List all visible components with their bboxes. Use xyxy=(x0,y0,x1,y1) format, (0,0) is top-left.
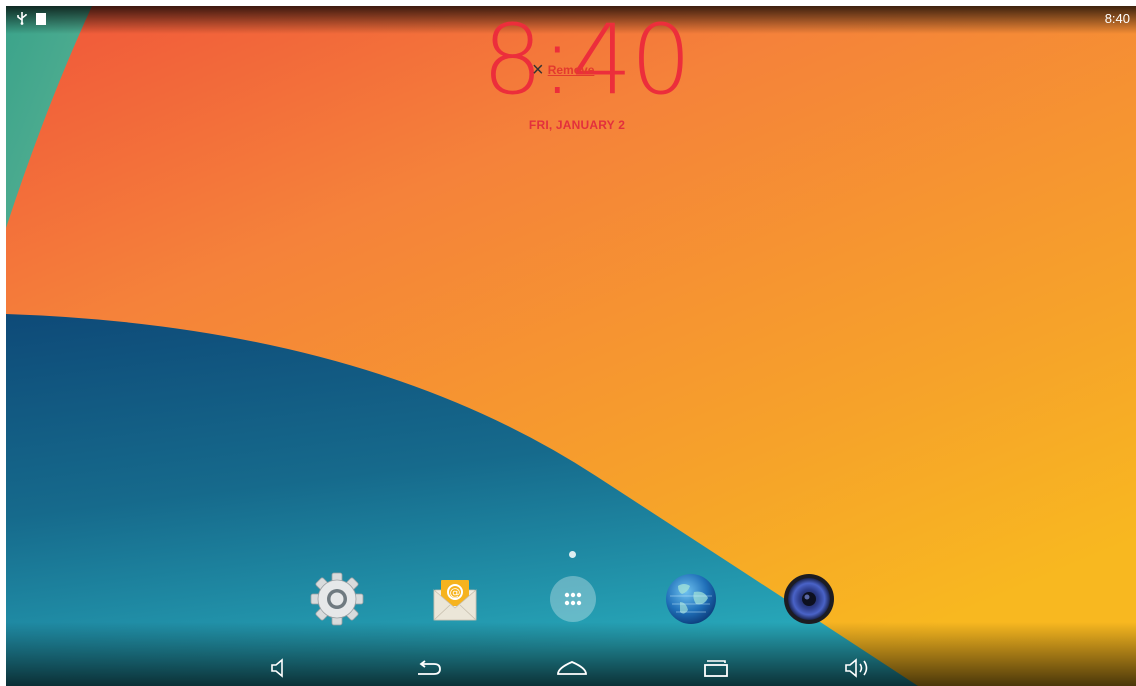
volume-down-button[interactable] xyxy=(260,654,300,682)
back-icon xyxy=(418,660,441,675)
page-indicator xyxy=(569,551,576,558)
sd-card-icon xyxy=(36,12,46,30)
volume-down-icon xyxy=(271,658,283,678)
home-icon xyxy=(557,661,587,675)
music-app-button[interactable] xyxy=(782,572,836,626)
speaker-icon xyxy=(784,574,834,624)
settings-app-button[interactable] xyxy=(310,572,364,626)
svg-text:@: @ xyxy=(450,586,461,599)
app-drawer-button[interactable] xyxy=(546,572,600,626)
usb-icon xyxy=(16,11,28,30)
globe-icon xyxy=(666,574,716,624)
app-drawer-icon xyxy=(550,576,596,622)
recent-apps-button[interactable] xyxy=(696,654,736,682)
volume-up-icon xyxy=(845,658,868,678)
gear-icon xyxy=(310,572,364,626)
browser-app-button[interactable] xyxy=(664,572,718,626)
remove-label: Remove xyxy=(547,63,595,77)
email-icon: @ xyxy=(433,580,477,621)
volume-up-button[interactable] xyxy=(838,654,878,682)
home-button[interactable] xyxy=(552,654,592,682)
android-home-screen: 8:40 8:40 × Remove FRI, JANUARY 2 @ xyxy=(6,6,1136,686)
navigation-bar xyxy=(6,622,1136,686)
remove-widget-button[interactable]: × Remove xyxy=(532,60,594,80)
status-icons xyxy=(16,11,46,30)
back-button[interactable] xyxy=(408,654,448,682)
clock-widget-date: FRI, JANUARY 2 xyxy=(528,118,626,132)
email-app-button[interactable]: @ xyxy=(428,572,482,626)
status-time: 8:40 xyxy=(1104,11,1130,26)
close-icon: × xyxy=(532,59,544,81)
recent-apps-icon xyxy=(704,660,728,677)
